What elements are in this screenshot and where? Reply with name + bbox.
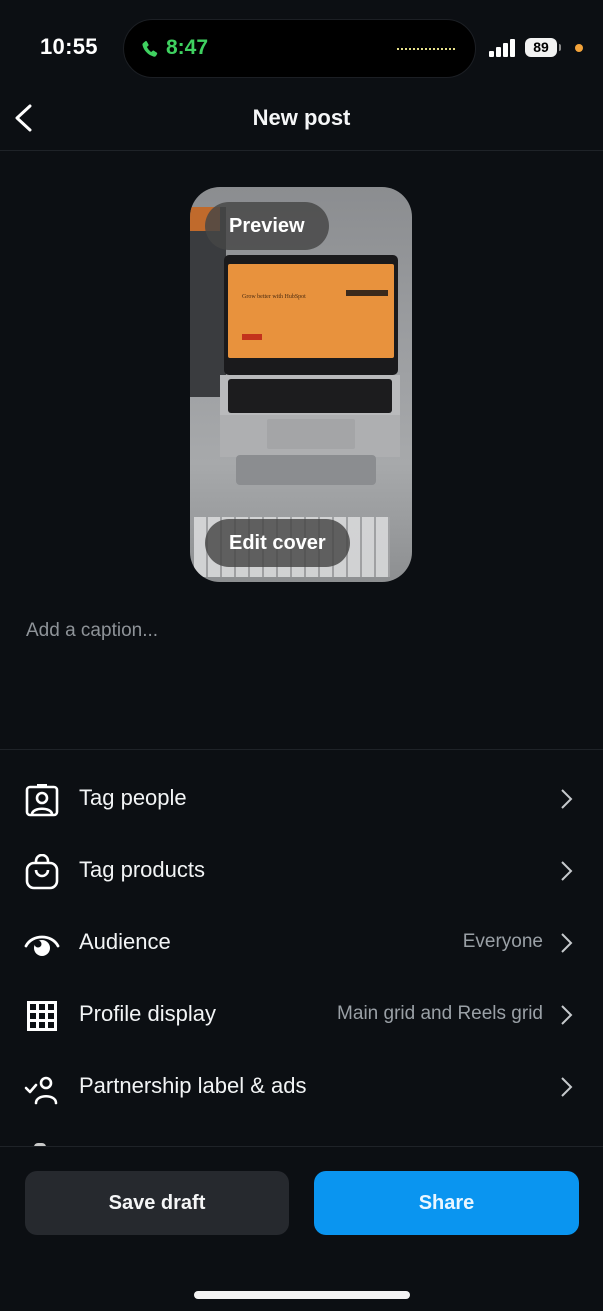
- grid-icon: [27, 1001, 57, 1031]
- chevron-right-icon: [561, 1077, 573, 1097]
- eye-icon: [24, 935, 60, 956]
- partnership-icon: [24, 1076, 58, 1105]
- share-button[interactable]: Share: [314, 1171, 579, 1235]
- save-draft-button[interactable]: Save draft: [25, 1171, 289, 1235]
- laptop-screen-image: Grow better with HubSpot: [228, 264, 394, 358]
- chevron-right-icon: [561, 861, 573, 881]
- audio-waveform-icon: [397, 48, 455, 50]
- home-indicator[interactable]: [194, 1291, 410, 1299]
- phone-call-icon: [142, 40, 158, 57]
- option-partnership-label[interactable]: Partnership label & ads: [0, 1054, 603, 1120]
- call-duration: 8:47: [166, 36, 209, 59]
- option-audience[interactable]: Audience Everyone: [0, 910, 603, 976]
- privacy-indicator-dot: [575, 44, 583, 52]
- header-divider: [0, 150, 603, 151]
- chevron-right-icon: [561, 933, 573, 953]
- shopping-bag-icon: [25, 854, 59, 890]
- battery-icon: 89: [525, 38, 561, 58]
- caption-input[interactable]: [26, 620, 577, 730]
- media-thumbnail[interactable]: Grow better with HubSpot Preview Edit co…: [190, 187, 412, 582]
- battery-level: 89: [525, 38, 557, 57]
- caption-divider: [0, 749, 603, 750]
- tag-people-icon: [25, 784, 59, 817]
- cellular-signal-icon: [489, 39, 515, 57]
- option-tag-people[interactable]: Tag people: [0, 766, 603, 832]
- option-profile-display[interactable]: Profile display Main grid and Reels grid: [0, 982, 603, 1048]
- status-time: 10:55: [40, 34, 98, 59]
- page-title: New post: [252, 105, 351, 130]
- edit-cover-button[interactable]: Edit cover: [205, 519, 350, 567]
- option-tag-products[interactable]: Tag products: [0, 838, 603, 904]
- chevron-right-icon: [561, 789, 573, 809]
- dynamic-island-call[interactable]: 8:47: [123, 19, 476, 78]
- preview-button[interactable]: Preview: [205, 202, 329, 250]
- chevron-right-icon: [561, 1005, 573, 1025]
- footer-divider: [0, 1146, 603, 1147]
